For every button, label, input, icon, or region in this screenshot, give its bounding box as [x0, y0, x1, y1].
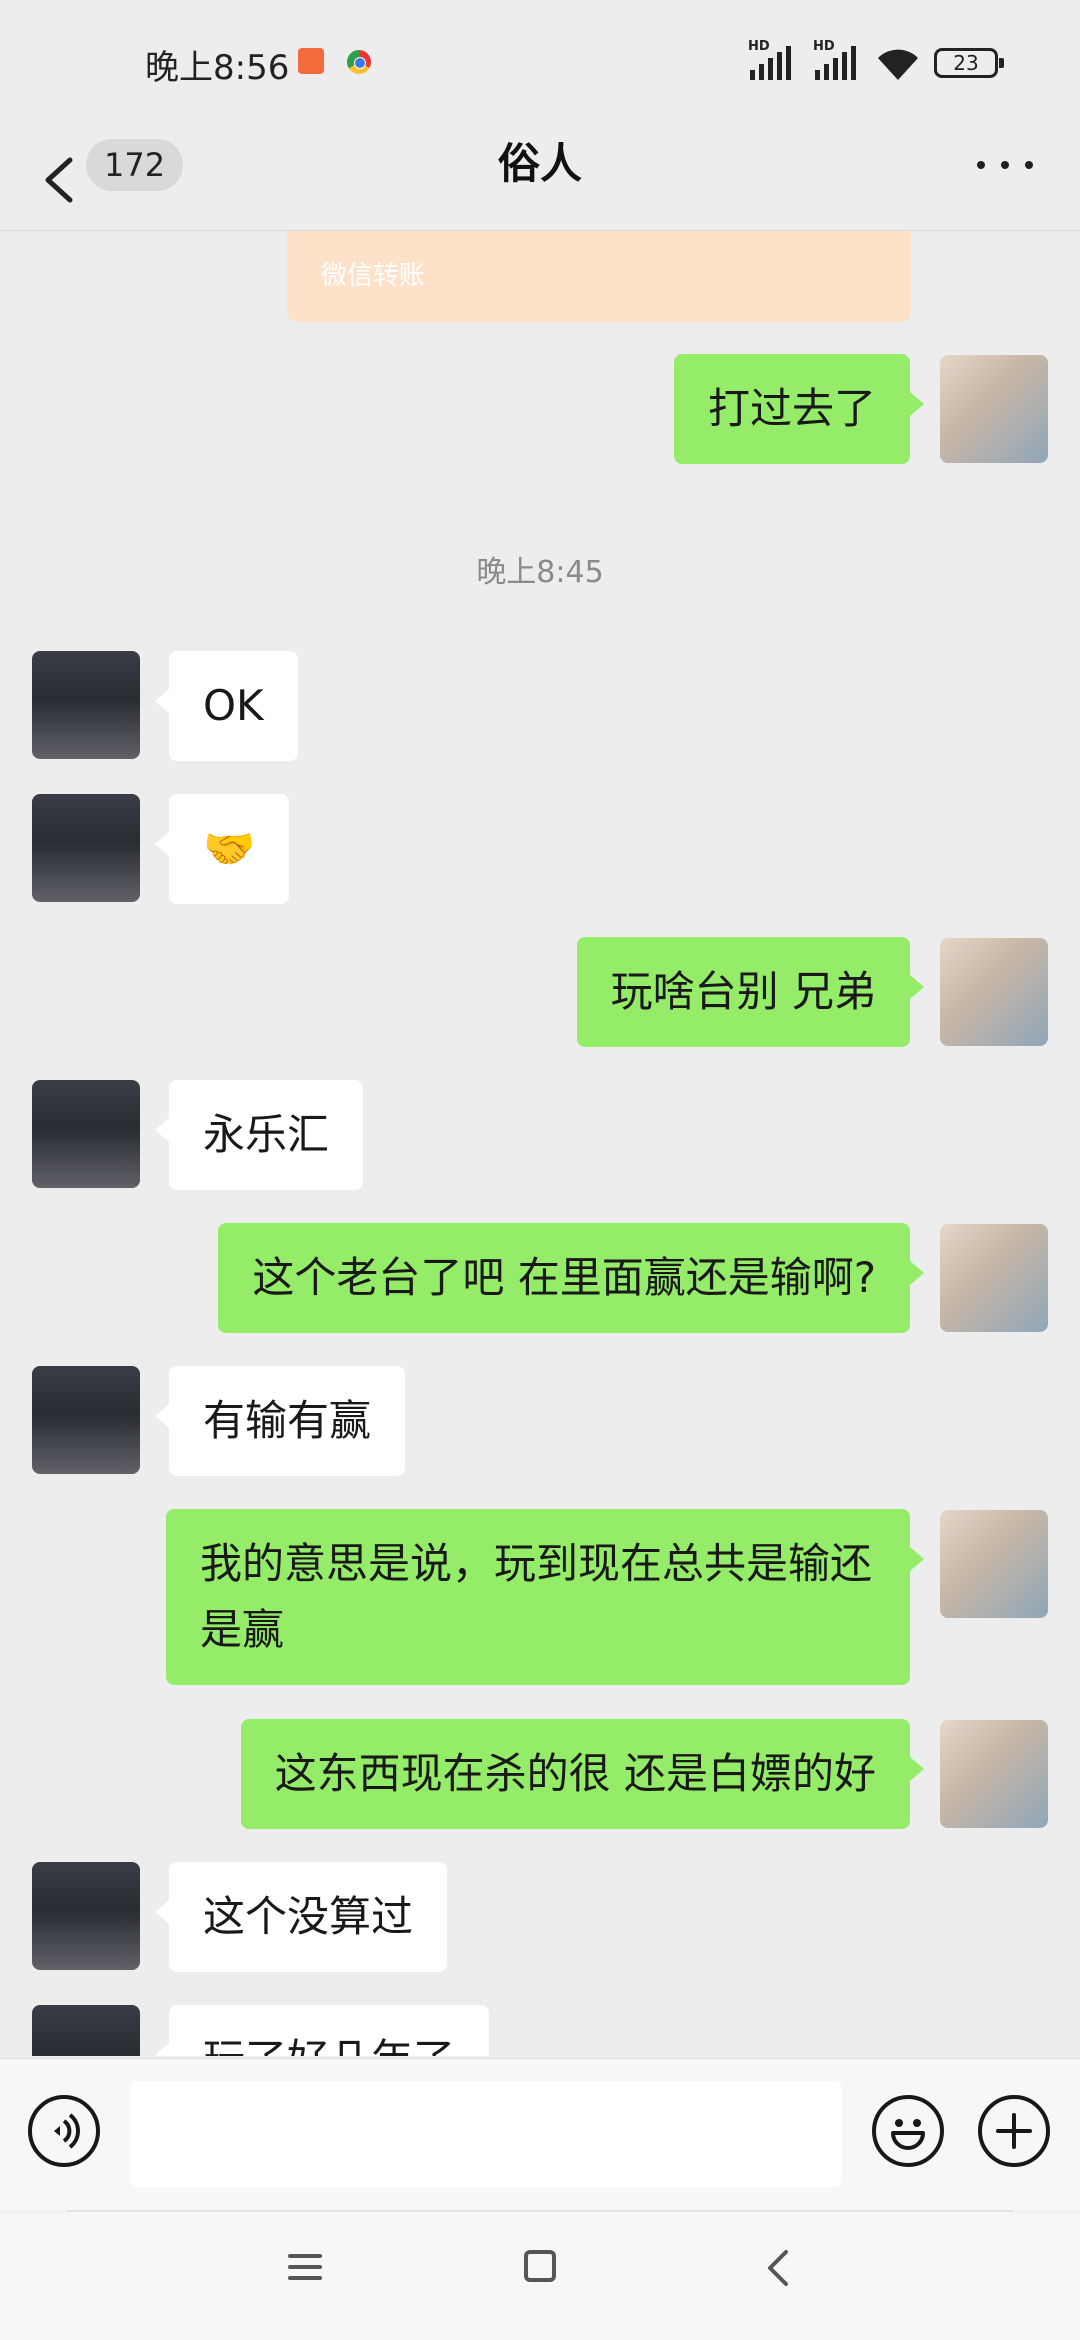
transfer-label: 微信转账 — [321, 261, 426, 291]
contact-avatar[interactable] — [32, 794, 140, 902]
sent-message-bubble[interactable]: 打过去了 — [673, 354, 925, 464]
wifi-icon — [878, 49, 918, 80]
voice-icon — [54, 2113, 80, 2149]
shopping-app-icon — [298, 48, 324, 74]
signal-icon-1: HD — [748, 39, 791, 80]
contact-avatar[interactable] — [32, 1862, 140, 1970]
chat-header: 俗人 172 — [0, 130, 1080, 231]
contact-avatar[interactable] — [32, 651, 140, 759]
message-input[interactable] — [130, 2081, 842, 2187]
sent-message-bubble[interactable]: 我的意思是说，玩到现在总共是输还是赢 — [166, 1509, 924, 1685]
received-message-bubble[interactable]: 永乐汇 — [154, 1080, 364, 1190]
my-avatar[interactable] — [940, 1720, 1048, 1828]
my-avatar[interactable] — [940, 1510, 1048, 1618]
chrome-icon — [347, 50, 371, 74]
wechat-transfer-card[interactable]: 微信转账 — [287, 231, 911, 322]
signal-icon-2: HD — [813, 39, 856, 80]
home-square-icon[interactable] — [524, 2250, 556, 2282]
received-message-bubble[interactable]: OK — [155, 651, 298, 761]
voice-input-button[interactable] — [28, 2095, 100, 2167]
status-bar: 晚上8:56 HD HD 23 — [0, 0, 1080, 130]
received-message-bubble[interactable]: 有输有赢 — [154, 1366, 406, 1476]
sent-message-bubble[interactable]: 玩啥台别 兄弟 — [576, 937, 925, 1047]
received-message-bubble[interactable]: 玩了好几年了 — [154, 2005, 490, 2056]
contact-avatar[interactable] — [32, 1080, 140, 1188]
contact-avatar[interactable] — [32, 2005, 140, 2056]
network-type-1: HD — [748, 39, 770, 54]
system-nav-bar — [0, 2212, 1080, 2340]
my-avatar[interactable] — [940, 1224, 1048, 1332]
sent-message-bubble[interactable]: 这个老台了吧 在里面赢还是输啊? — [218, 1223, 924, 1333]
message-list[interactable]: 微信转账 打过去了 晚上8:45 OK 🤝 玩啥台别 兄弟 永乐汇 这个老台了吧… — [0, 231, 1080, 2056]
back-arrow-icon[interactable] — [36, 142, 86, 218]
received-emoji-bubble[interactable]: 🤝 — [154, 794, 290, 904]
smiley-icon — [891, 2119, 925, 2150]
sent-message-bubble[interactable]: 这东西现在杀的很 还是白嫖的好 — [240, 1719, 925, 1829]
my-avatar[interactable] — [940, 355, 1048, 463]
contact-avatar[interactable] — [32, 1366, 140, 1474]
plus-icon — [996, 2113, 1032, 2149]
recents-menu-icon[interactable] — [288, 2252, 322, 2282]
more-options-icon[interactable] — [975, 160, 1035, 170]
battery-icon: 23 — [934, 48, 1004, 78]
network-type-2: HD — [813, 39, 835, 54]
message-timestamp: 晚上8:45 — [476, 555, 604, 590]
more-functions-button[interactable] — [978, 2095, 1050, 2167]
nav-back-icon[interactable] — [766, 2248, 790, 2288]
status-time: 晚上8:56 — [145, 48, 290, 88]
unread-count-badge[interactable]: 172 — [86, 139, 184, 191]
input-bar — [0, 2058, 1080, 2211]
my-avatar[interactable] — [940, 938, 1048, 1046]
received-message-bubble[interactable]: 这个没算过 — [154, 1862, 448, 1972]
emoji-button[interactable] — [872, 2095, 944, 2167]
